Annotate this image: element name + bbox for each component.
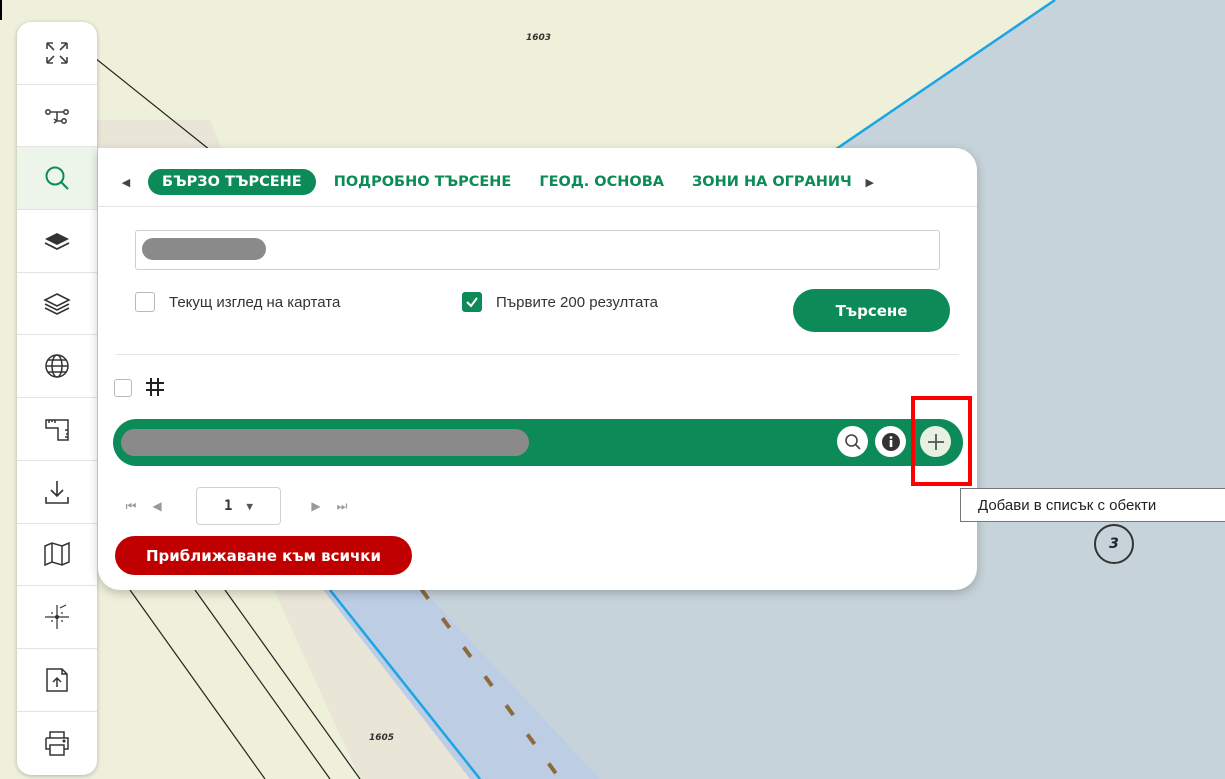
first-page-button[interactable]: ⏮: [118, 499, 144, 514]
tabs-scroll-right[interactable]: ▶: [860, 176, 880, 189]
info-button[interactable]: [875, 426, 906, 457]
current-view-checkbox[interactable]: [135, 292, 155, 312]
next-page-button[interactable]: ▶: [303, 499, 329, 513]
tab-restriction-zones[interactable]: ЗОНИ НА ОГРАНИЧ: [682, 170, 852, 194]
coordinates-icon: [45, 604, 69, 630]
first200-label: Първите 200 резултата: [496, 293, 658, 311]
tab-geodetic-base[interactable]: ГЕОД. ОСНОВА: [529, 170, 674, 194]
redacted-input-text: [142, 238, 266, 260]
map-icon: [44, 542, 70, 567]
zoom-to-result-button[interactable]: [837, 426, 868, 457]
map-cluster-marker[interactable]: 3: [1094, 524, 1134, 564]
search-tabs: ◀ БЪРЗО ТЪРСЕНЕ ПОДРОБНО ТЪРСЕНЕ ГЕОД. О…: [116, 166, 958, 198]
current-view-option[interactable]: Текущ изглед на картата: [135, 292, 340, 312]
checkmark-icon: [466, 297, 478, 308]
coordinates-button[interactable]: [17, 586, 97, 649]
tooltip: Добави в списък с обекти: [960, 488, 1225, 522]
grid-icon[interactable]: [144, 376, 166, 398]
print-button[interactable]: [17, 712, 97, 775]
base-layers-button[interactable]: [17, 210, 97, 273]
select-all-checkbox[interactable]: [114, 379, 132, 397]
zoom-to-all-button[interactable]: Приближаване към всички: [115, 536, 412, 575]
plus-icon: [927, 433, 944, 450]
fullscreen-icon: [46, 42, 68, 64]
fullscreen-button[interactable]: [17, 22, 97, 85]
pagination: ⏮ ◀ 1 ▼ ▶ ⏭: [118, 486, 355, 526]
first200-checkbox[interactable]: [462, 292, 482, 312]
add-to-list-button[interactable]: [920, 426, 951, 457]
result-row[interactable]: [113, 419, 963, 466]
window-edge: [0, 0, 2, 20]
download-button[interactable]: [17, 461, 97, 524]
measure-button[interactable]: [17, 398, 97, 461]
page-number: 1: [223, 498, 233, 514]
search-icon: [45, 166, 69, 190]
print-icon: [45, 731, 69, 756]
cluster-count: 3: [1109, 536, 1119, 552]
layers-filled-icon: [44, 232, 70, 250]
route-icon: [44, 108, 69, 124]
prev-page-button[interactable]: ◀: [144, 499, 170, 513]
parcel-label: 1603: [526, 33, 552, 43]
last-page-button[interactable]: ⏭: [329, 499, 355, 514]
globe-icon: [45, 354, 69, 379]
upload-file-icon: [46, 667, 68, 692]
download-icon: [45, 480, 69, 504]
current-view-label: Текущ изглед на картата: [169, 293, 341, 311]
search-panel: ◀ БЪРЗО ТЪРСЕНЕ ПОДРОБНО ТЪРСЕНЕ ГЕОД. О…: [98, 148, 977, 590]
tab-detailed-search[interactable]: ПОДРОБНО ТЪРСЕНЕ: [324, 170, 522, 194]
chevron-down-icon: ▼: [246, 499, 254, 513]
globe-button[interactable]: [17, 335, 97, 399]
tab-quick-search[interactable]: БЪРЗО ТЪРСЕНЕ: [148, 169, 316, 195]
layers-button[interactable]: [17, 273, 97, 336]
map-toolbar: [17, 22, 97, 775]
tabs-scroll-left[interactable]: ◀: [116, 176, 136, 189]
redacted-result-text: [121, 429, 529, 456]
info-icon: [881, 432, 900, 451]
section-divider: [116, 354, 959, 355]
search-button[interactable]: Търсене: [793, 289, 950, 332]
map-button[interactable]: [17, 524, 97, 587]
page-select[interactable]: 1 ▼: [196, 487, 281, 525]
search-input[interactable]: [135, 230, 940, 270]
search-icon: [844, 433, 861, 450]
measure-icon: [45, 419, 69, 441]
parcel-label: 1605: [369, 733, 395, 743]
search-tool-button[interactable]: [17, 147, 97, 211]
upload-file-button[interactable]: [17, 649, 97, 712]
tooltip-text: Добави в списък с обекти: [978, 496, 1157, 514]
first200-option[interactable]: Първите 200 резултата: [462, 292, 658, 312]
tabs-divider: [98, 206, 977, 207]
layers-outline-icon: [43, 292, 71, 315]
route-button[interactable]: [17, 85, 97, 148]
